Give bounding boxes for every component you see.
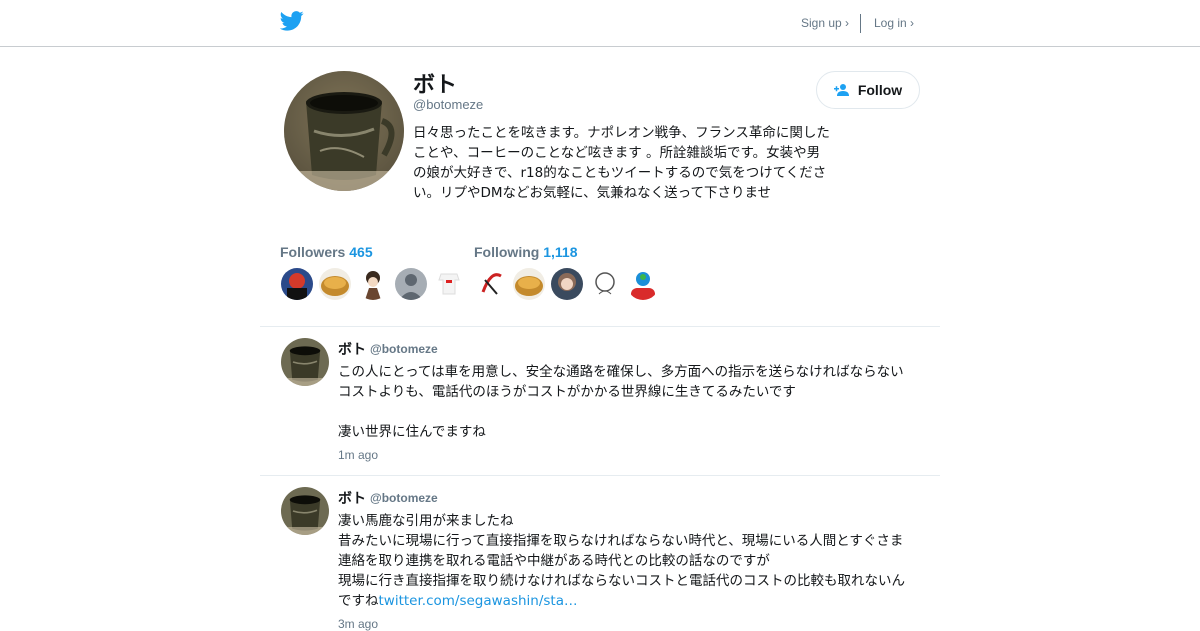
profile-handle: @botomeze <box>413 97 484 112</box>
following-stat[interactable]: Following 1,118 <box>474 244 577 260</box>
tweet-text: 凄い馬鹿な引用が来ましたね 昔みたいに現場に行って直接指揮を取らなければならない… <box>338 511 938 611</box>
following-avatar[interactable] <box>589 268 621 300</box>
tweet-divider <box>260 475 940 476</box>
following-avatar[interactable] <box>551 268 583 300</box>
login-link[interactable]: Log in › <box>874 16 914 30</box>
tweet-line: 連絡を取り連携を取れる電話や中継がある時代との比較の話なのですが <box>338 553 770 569</box>
tweet-avatar[interactable] <box>281 487 329 535</box>
follow-button[interactable]: Follow <box>816 71 920 109</box>
tweet[interactable]: ボト @botomeze 凄い馬鹿な引用が来ましたね 昔みたいに現場に行って直接… <box>260 487 940 631</box>
following-label: Following <box>474 244 540 260</box>
tweet-line: コストよりも、電話代のほうがコストがかかる世界線に生きてるみたいです <box>338 384 796 400</box>
following-avatars <box>475 268 659 300</box>
follower-avatar[interactable] <box>281 268 313 300</box>
following-avatar[interactable] <box>475 268 507 300</box>
tweet-line: 昔みたいに現場に行って直接指揮を取らなければならない時代と、現場にいる人間とすぐ… <box>338 533 904 549</box>
tweet-text: この人にとっては車を用意し、安全な通路を確保し、多方面への指示を送らなければなら… <box>338 362 938 442</box>
follower-avatar[interactable] <box>433 268 465 300</box>
tweet-link[interactable]: twitter.com/segawashin/sta… <box>379 593 578 609</box>
tweet-timestamp[interactable]: 3m ago <box>338 617 378 631</box>
tweet-author-name[interactable]: ボト <box>338 488 366 508</box>
follower-avatar[interactable] <box>395 268 427 300</box>
signup-link[interactable]: Sign up › <box>801 16 849 30</box>
display-name: ボト <box>413 73 458 98</box>
tweet-line-with-link: ですねtwitter.com/segawashin/sta… <box>338 591 938 611</box>
profile-avatar[interactable] <box>284 71 404 191</box>
tweet-line <box>338 402 938 422</box>
tweet-divider <box>260 326 940 327</box>
following-avatar[interactable] <box>627 268 659 300</box>
follow-label: Follow <box>857 82 903 98</box>
followers-label: Followers <box>280 244 346 260</box>
tweet[interactable]: ボト @botomeze この人にとっては車を用意し、安全な通路を確保し、多方面… <box>260 338 940 468</box>
followers-avatars <box>281 268 465 300</box>
follower-avatar[interactable] <box>357 268 389 300</box>
tweet-author-name[interactable]: ボト <box>338 339 366 359</box>
tweet-author-handle[interactable]: @botomeze <box>370 342 438 356</box>
followers-count: 465 <box>349 244 373 260</box>
profile-bio: 日々思ったことを呟きます。ナポレオン戦争、フランス革命に関したことや、コーヒーの… <box>413 125 830 201</box>
tweet-line: 凄い世界に住んでますね <box>338 424 486 440</box>
following-avatar[interactable] <box>513 268 545 300</box>
follower-avatar[interactable] <box>319 268 351 300</box>
tweet-avatar[interactable] <box>281 338 329 386</box>
add-person-icon <box>833 84 849 96</box>
tweet-line: ですね <box>338 593 379 609</box>
top-bar: Sign up › Log in › <box>0 0 1200 47</box>
nav-divider <box>860 14 861 33</box>
following-count: 1,118 <box>543 244 578 260</box>
followers-stat[interactable]: Followers 465 <box>280 244 373 260</box>
tweet-author-handle[interactable]: @botomeze <box>370 491 438 505</box>
tweet-line: 現場に行き直接指揮を取り続けなければならないコストと電話代のコストの比較も取れな… <box>338 573 905 589</box>
tweet-line: 凄い馬鹿な引用が来ましたね <box>338 513 514 529</box>
tweet-line: この人にとっては車を用意し、安全な通路を確保し、多方面への指示を送らなければなら… <box>338 364 904 380</box>
twitter-bird-icon[interactable] <box>280 11 304 31</box>
tweet-timestamp[interactable]: 1m ago <box>338 448 378 462</box>
